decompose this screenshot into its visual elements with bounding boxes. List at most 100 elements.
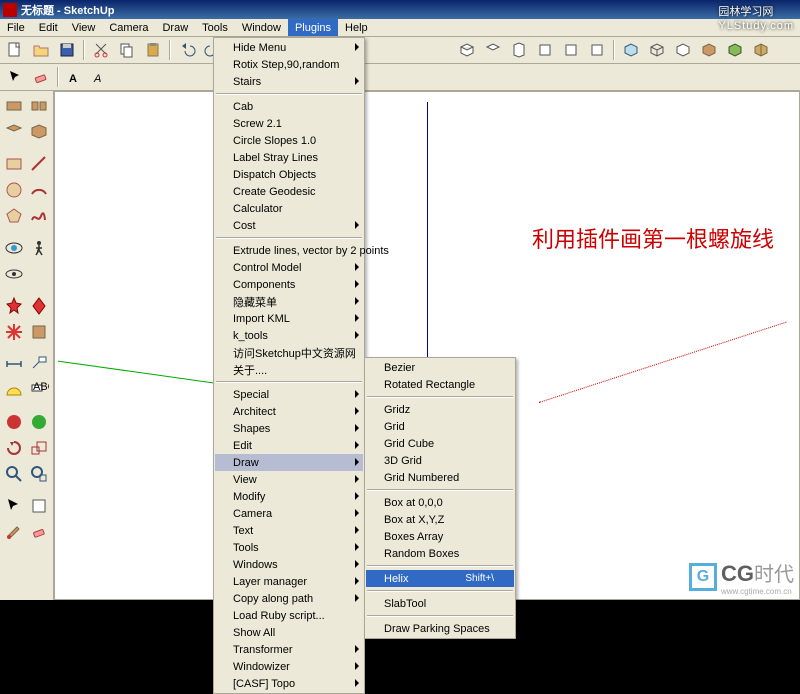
menuitem-grid-cube[interactable]: Grid Cube — [366, 435, 514, 452]
menuitem-special[interactable]: Special — [215, 386, 363, 403]
menu-plugins[interactable]: Plugins — [288, 19, 338, 36]
menuitem-transformer[interactable]: Transformer — [215, 641, 363, 658]
cut-icon[interactable] — [89, 39, 113, 61]
eraser2-icon[interactable] — [28, 520, 52, 544]
iso-icon[interactable] — [455, 39, 479, 61]
component-icon[interactable] — [28, 494, 52, 518]
wireframe-icon[interactable] — [645, 39, 669, 61]
menuitem-boxes-array[interactable]: Boxes Array — [366, 528, 514, 545]
menuitem-layer-manager[interactable]: Layer manager — [215, 573, 363, 590]
menuitem-modify[interactable]: Modify — [215, 488, 363, 505]
material-icon[interactable] — [28, 320, 52, 344]
scale-icon[interactable] — [28, 436, 52, 460]
menuitem-dispatch-objects[interactable]: Dispatch Objects — [215, 166, 363, 183]
menu-camera[interactable]: Camera — [102, 19, 155, 36]
face-icon[interactable] — [2, 120, 26, 144]
menu-file[interactable]: File — [0, 19, 32, 36]
menuitem-grid[interactable]: Grid — [366, 418, 514, 435]
select-icon[interactable] — [3, 66, 27, 88]
save-icon[interactable] — [55, 39, 79, 61]
menuitem-shapes[interactable]: Shapes — [215, 420, 363, 437]
menuitem-rotix-step-90-random[interactable]: Rotix Step,90,random — [215, 56, 363, 73]
menuitem-architect[interactable]: Architect — [215, 403, 363, 420]
label-icon[interactable]: ABC — [28, 378, 52, 402]
zoom-win-icon[interactable] — [28, 462, 52, 486]
shaded-tex-icon[interactable] — [723, 39, 747, 61]
menuitem-tools[interactable]: Tools — [215, 539, 363, 556]
menu-tools[interactable]: Tools — [195, 19, 235, 36]
menuitem-slabtool[interactable]: SlabTool — [366, 595, 514, 612]
hidden-line-icon[interactable] — [671, 39, 695, 61]
shaded-icon[interactable] — [697, 39, 721, 61]
menu-edit[interactable]: Edit — [32, 19, 65, 36]
xray-icon[interactable] — [619, 39, 643, 61]
menuitem--sketchup-[interactable]: 访问Sketchup中文资源网 — [215, 344, 363, 361]
mirror-icon[interactable] — [28, 94, 52, 118]
menuitem-box-at-0-0-0[interactable]: Box at 0,0,0 — [366, 494, 514, 511]
new-icon[interactable] — [3, 39, 27, 61]
menuitem-edit[interactable]: Edit — [215, 437, 363, 454]
menuitem-cost[interactable]: Cost — [215, 217, 363, 234]
color2-icon[interactable] — [28, 410, 52, 434]
eraser-icon[interactable] — [29, 66, 53, 88]
callout-icon[interactable] — [28, 352, 52, 376]
circle-icon[interactable] — [2, 178, 26, 202]
menuitem-components[interactable]: Components — [215, 276, 363, 293]
menuitem-control-model[interactable]: Control Model — [215, 259, 363, 276]
undo-icon[interactable] — [175, 39, 199, 61]
menu-view[interactable]: View — [65, 19, 103, 36]
menuitem-cab[interactable]: Cab — [215, 98, 363, 115]
look-icon[interactable] — [2, 236, 26, 260]
menuitem-stairs[interactable]: Stairs — [215, 73, 363, 90]
menu-help[interactable]: Help — [338, 19, 375, 36]
3dtext-icon[interactable]: A — [89, 66, 113, 88]
star-icon[interactable] — [2, 294, 26, 318]
menuitem-text[interactable]: Text — [215, 522, 363, 539]
walk-icon[interactable] — [28, 236, 52, 260]
flip-icon[interactable] — [2, 94, 26, 118]
menuitem-camera[interactable]: Camera — [215, 505, 363, 522]
menuitem-copy-along-path[interactable]: Copy along path — [215, 590, 363, 607]
front-view-icon[interactable] — [507, 39, 531, 61]
star2-icon[interactable] — [28, 294, 52, 318]
zoom-icon[interactable] — [2, 462, 26, 486]
menuitem-helix[interactable]: HelixShift+\ — [366, 570, 514, 587]
menuitem-windowizer[interactable]: Windowizer — [215, 658, 363, 675]
menu-window[interactable]: Window — [235, 19, 288, 36]
menuitem-label-stray-lines[interactable]: Label Stray Lines — [215, 149, 363, 166]
color1-icon[interactable] — [2, 410, 26, 434]
open-icon[interactable] — [29, 39, 53, 61]
menuitem-create-geodesic[interactable]: Create Geodesic — [215, 183, 363, 200]
protractor-icon[interactable] — [2, 378, 26, 402]
menuitem-rotated-rectangle[interactable]: Rotated Rectangle — [366, 376, 514, 393]
arc-icon[interactable] — [28, 178, 52, 202]
rotate-icon[interactable] — [2, 436, 26, 460]
menuitem-3d-grid[interactable]: 3D Grid — [366, 452, 514, 469]
menuitem-grid-numbered[interactable]: Grid Numbered — [366, 469, 514, 486]
select2-icon[interactable] — [2, 494, 26, 518]
monochrome-icon[interactable] — [749, 39, 773, 61]
dim-icon[interactable] — [2, 352, 26, 376]
polygon-icon[interactable] — [2, 204, 26, 228]
menuitem-show-all[interactable]: Show All — [215, 624, 363, 641]
copy-icon[interactable] — [115, 39, 139, 61]
menuitem-circle-slopes-1-0[interactable]: Circle Slopes 1.0 — [215, 132, 363, 149]
line-icon[interactable] — [28, 152, 52, 176]
menuitem--[interactable]: 关于.... — [215, 361, 363, 378]
menuitem-import-kml[interactable]: Import KML — [215, 310, 363, 327]
menuitem-bezier[interactable]: Bezier — [366, 359, 514, 376]
back-view-icon[interactable] — [559, 39, 583, 61]
top-view-icon[interactable] — [481, 39, 505, 61]
menuitem-random-boxes[interactable]: Random Boxes — [366, 545, 514, 562]
star3-icon[interactable] — [2, 320, 26, 344]
freehand-icon[interactable] — [28, 204, 52, 228]
menuitem-extrude-lines-vector-by-2-points[interactable]: Extrude lines, vector by 2 points — [215, 242, 363, 259]
left-view-icon[interactable] — [585, 39, 609, 61]
face2-icon[interactable] — [28, 120, 52, 144]
menu-draw[interactable]: Draw — [155, 19, 195, 36]
right-view-icon[interactable] — [533, 39, 557, 61]
menuitem-draw[interactable]: Draw — [215, 454, 363, 471]
paint-icon[interactable] — [2, 520, 26, 544]
paste-icon[interactable] — [141, 39, 165, 61]
menuitem-k-tools[interactable]: k_tools — [215, 327, 363, 344]
